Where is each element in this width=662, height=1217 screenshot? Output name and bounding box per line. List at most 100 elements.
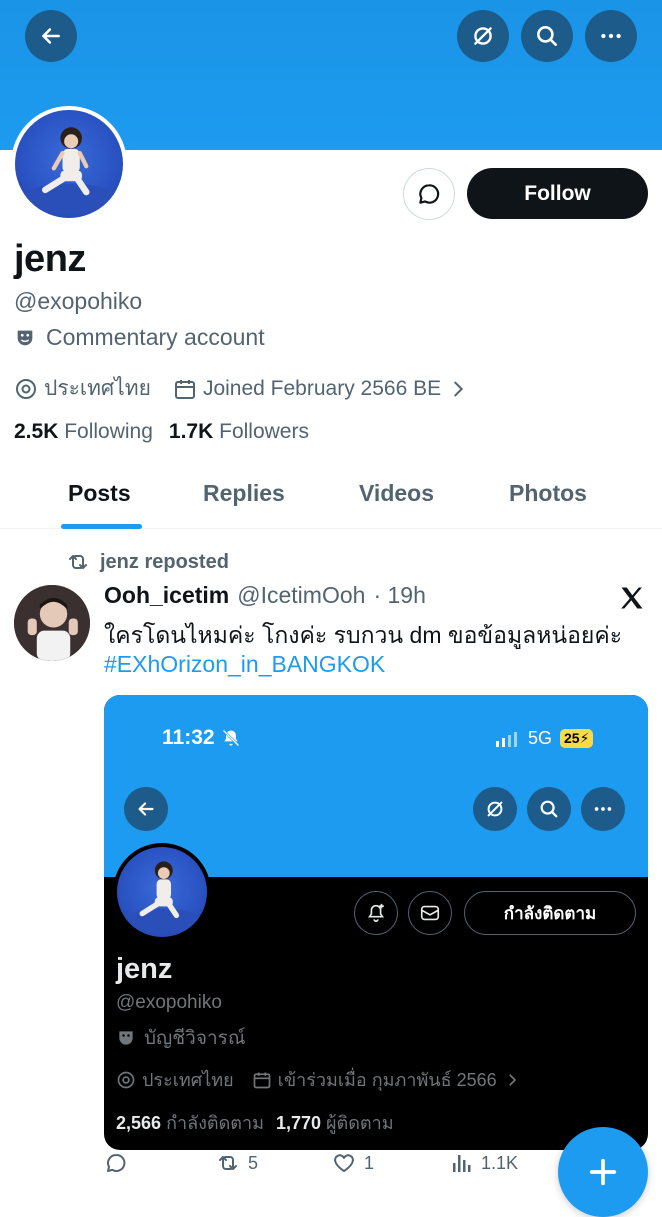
embed-notification-button xyxy=(354,891,398,935)
embed-location-text: ประเทศไทย xyxy=(142,1070,234,1090)
calendar-icon xyxy=(174,379,195,399)
embed-joined: เข้าร่วมเมื่อ กุมภาพันธ์ 2566 xyxy=(252,1065,521,1094)
profile-name: jenz xyxy=(14,238,86,280)
embed-chevron-right-icon xyxy=(508,1073,516,1086)
embed-profile-meta: ประเทศไทย เข้าร่วมเมื่อ กุมภาพันธ์ 2566 xyxy=(116,1065,539,1094)
arrow-left-icon xyxy=(42,28,60,44)
active-tab-indicator xyxy=(61,524,142,529)
battery-value: 25 xyxy=(564,730,580,746)
more-horizontal-icon xyxy=(601,33,621,39)
theater-masks-icon xyxy=(17,330,33,345)
grok-button[interactable] xyxy=(457,10,509,62)
signal-bars-icon xyxy=(496,731,517,747)
plus-icon xyxy=(589,1158,617,1186)
search-button[interactable] xyxy=(521,10,573,62)
post-author-name[interactable]: Ooh_icetim xyxy=(104,582,229,609)
grok-icon xyxy=(474,27,492,45)
embed-followers-label: ผู้ติดตาม xyxy=(326,1113,394,1133)
embed-account-label: บัญชีวิจารณ์ xyxy=(116,1023,245,1053)
follow-button[interactable]: Follow xyxy=(467,168,648,219)
post-author-handle[interactable]: @IcetimOoh xyxy=(237,582,365,609)
tab-posts[interactable]: Posts xyxy=(68,480,131,507)
embed-status-time: 11:32 xyxy=(162,726,241,750)
repost-button[interactable]: 5 xyxy=(216,1151,258,1175)
bar-chart-icon xyxy=(453,1155,471,1172)
joined-date[interactable]: Joined February 2566 BE xyxy=(173,377,469,401)
embed-more-button xyxy=(581,787,625,831)
embed-follow-stats: 2,566 กำลังติดตาม 1,770 ผู้ติดตาม xyxy=(116,1108,394,1137)
embed-arrow-left-icon xyxy=(138,802,154,816)
embed-followers-count: 1,770 xyxy=(275,1113,321,1133)
embed-avatar-illustration xyxy=(122,861,202,934)
profile-avatar[interactable] xyxy=(11,106,127,222)
bell-off-icon xyxy=(222,729,239,747)
joined-text: Joined February 2566 BE xyxy=(202,376,442,400)
bell-plus-icon xyxy=(368,903,384,923)
embed-more-icon xyxy=(594,807,612,811)
location-pin-icon xyxy=(16,378,36,399)
post-header: Ooh_icetim @IcetimOoh · 19h xyxy=(104,582,426,609)
following-count: 2.5K xyxy=(14,420,59,443)
post-hashtag[interactable]: #EXhOrizon_in_BANGKOK xyxy=(104,651,385,678)
compose-button[interactable] xyxy=(558,1127,648,1217)
tab-replies[interactable]: Replies xyxy=(203,480,285,507)
embed-profile-handle: @exopohiko xyxy=(116,992,222,1013)
post-image[interactable]: 11:32 5G 25⚡ กำลังติดตาม jenz @exopohiko… xyxy=(104,695,648,1150)
view-count: 1.1K xyxy=(481,1152,519,1173)
envelope-icon xyxy=(420,905,440,921)
following-link[interactable]: 2.5K Following xyxy=(14,420,153,444)
embed-followers: 1,770 ผู้ติดตาม xyxy=(276,1108,394,1137)
post-author-avatar[interactable] xyxy=(14,585,90,661)
post-avatar-illustration xyxy=(14,585,90,661)
embed-grok-button xyxy=(473,787,517,831)
embed-avatar-image xyxy=(117,847,207,937)
more-button[interactable] xyxy=(585,10,637,62)
repost-action-icon xyxy=(219,1156,237,1170)
message-button[interactable] xyxy=(403,168,455,220)
message-bubble-icon xyxy=(419,184,440,204)
embed-message-button xyxy=(408,891,452,935)
repost-label: jenz reposted xyxy=(100,550,229,573)
profile-tabs: Posts Replies Videos Photos xyxy=(0,470,662,529)
account-label-text: Commentary account xyxy=(46,324,265,350)
embed-following: 2,566 กำลังติดตาม xyxy=(116,1108,264,1137)
network-type: 5G xyxy=(528,728,553,748)
embed-location: ประเทศไทย xyxy=(116,1065,234,1094)
like-count: 1 xyxy=(364,1152,375,1173)
reply-button[interactable] xyxy=(104,1151,136,1175)
location-text: ประเทศไทย xyxy=(44,377,151,400)
account-label[interactable]: Commentary account xyxy=(14,324,265,351)
views-button[interactable]: 1.1K xyxy=(449,1151,518,1175)
search-icon xyxy=(537,26,557,46)
following-label: Following xyxy=(64,420,153,443)
repost-count: 5 xyxy=(248,1152,259,1173)
embed-grok-icon xyxy=(487,801,503,817)
repost-icon xyxy=(69,555,87,569)
embed-status-icons: 5G 25⚡ xyxy=(494,728,594,749)
tab-videos[interactable]: Videos xyxy=(359,480,434,507)
avatar-image xyxy=(15,110,123,218)
tab-photos[interactable]: Photos xyxy=(509,480,587,507)
post-time: · 19h xyxy=(373,582,426,608)
chevron-right-icon xyxy=(454,381,464,396)
followers-label: Followers xyxy=(219,420,309,443)
followers-link[interactable]: 1.7K Followers xyxy=(169,420,309,444)
embed-calendar-icon xyxy=(253,1072,271,1088)
location: ประเทศไทย xyxy=(14,372,151,405)
repost-indicator[interactable]: jenz reposted xyxy=(66,550,229,574)
avatar-illustration xyxy=(21,127,117,214)
embed-location-pin-icon xyxy=(117,1071,135,1088)
embed-profile-name: jenz xyxy=(116,953,173,985)
battery-level: 25⚡ xyxy=(560,729,594,748)
like-button[interactable]: 1 xyxy=(332,1151,374,1175)
embed-search-icon xyxy=(540,800,558,818)
follow-stats: 2.5K Following 1.7K Followers xyxy=(14,420,309,444)
profile-handle: @exopohiko xyxy=(14,288,143,314)
back-button[interactable] xyxy=(25,10,77,62)
x-logo-icon xyxy=(621,587,643,609)
followers-count: 1.7K xyxy=(168,420,214,443)
embed-following-count: 2,566 xyxy=(116,1113,162,1133)
embed-joined-text: เข้าร่วมเมื่อ กุมภาพันธ์ 2566 xyxy=(277,1070,497,1090)
post-text: ใครโดนไหมค่ะ โกงค่ะ รบกวน dm ขอข้อมูลหน่… xyxy=(104,622,623,648)
embed-avatar xyxy=(113,843,211,941)
